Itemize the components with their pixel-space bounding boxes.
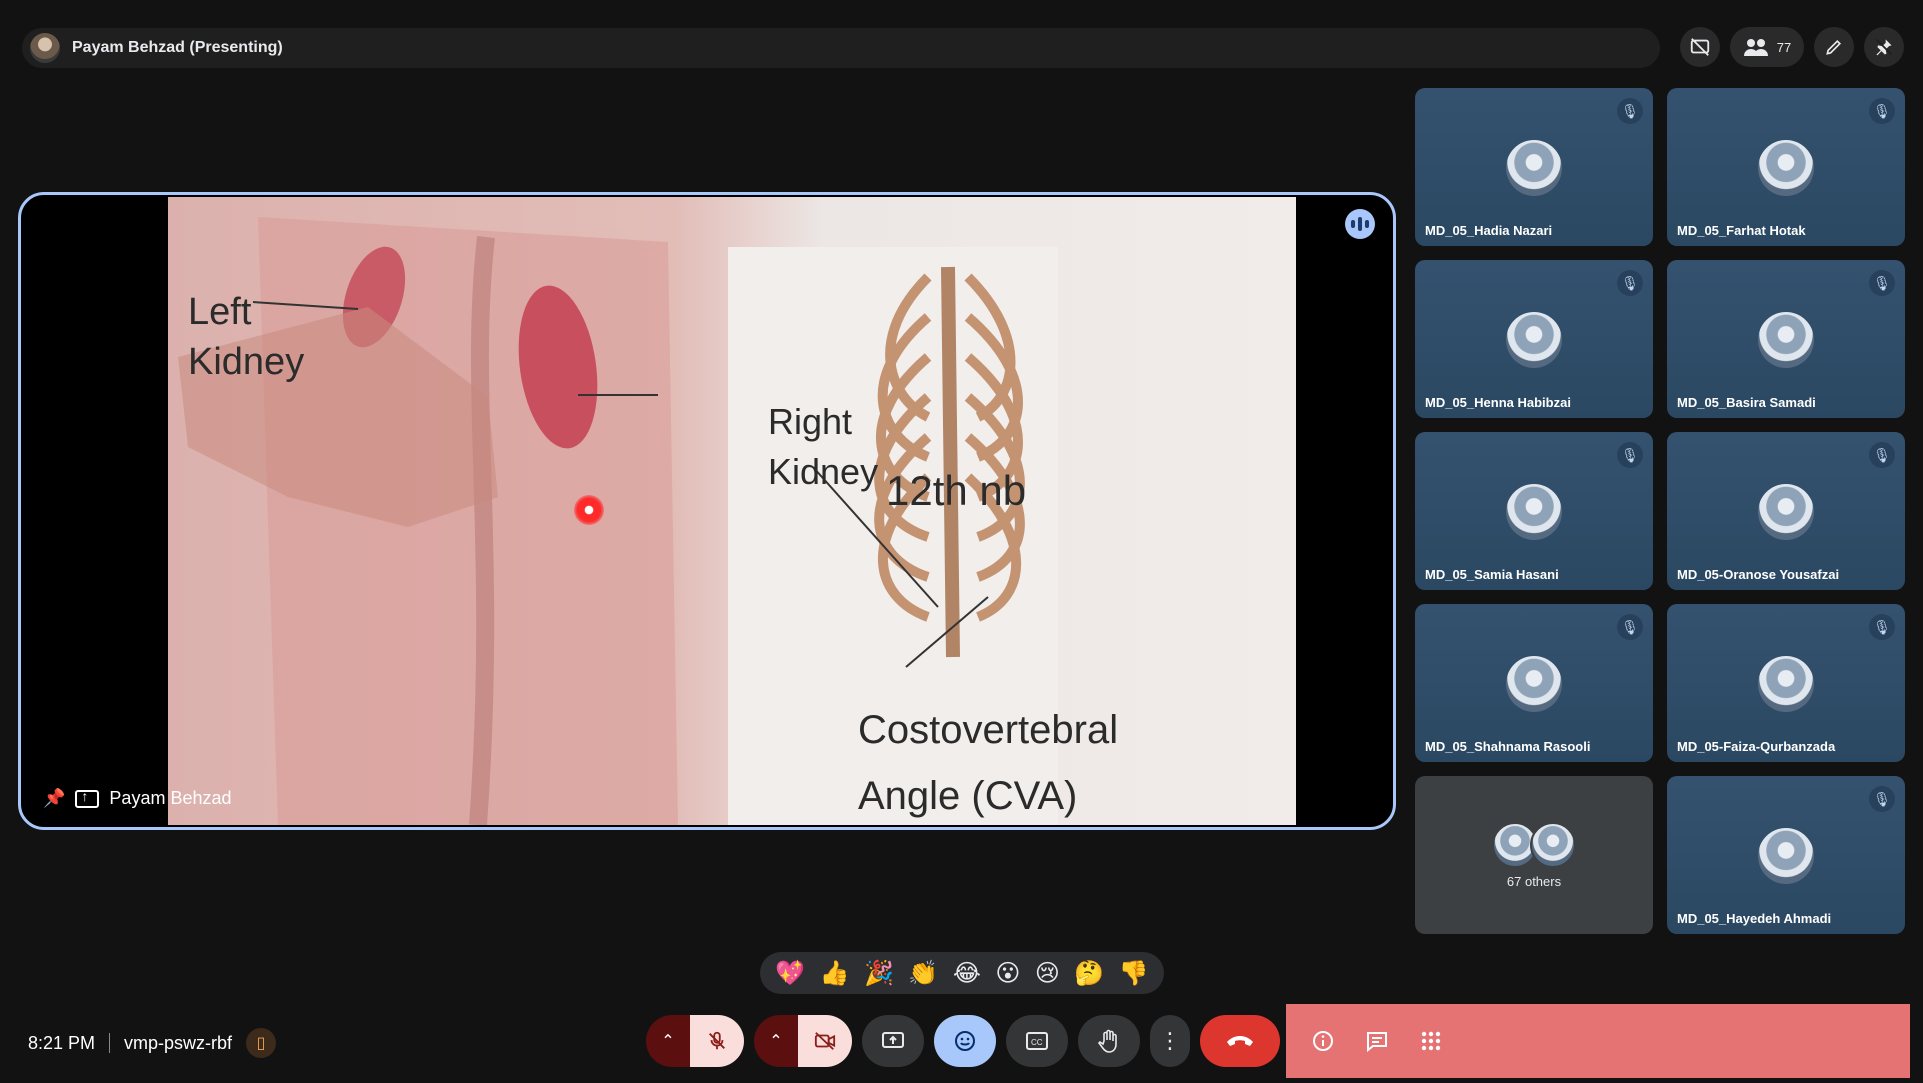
participant-name: MD_05-Faiza-Qurbanzada: [1677, 739, 1836, 754]
label-left-kidney: Left Kidney: [188, 291, 305, 383]
participant-tile[interactable]: 🎙 MD_05-Faiza-Qurbanzada: [1667, 604, 1905, 762]
people-button[interactable]: 77: [1730, 27, 1804, 67]
laser-pointer: [574, 495, 604, 525]
label-12th-rib: 12th nb: [886, 467, 1027, 514]
meeting-time: 8:21 PM: [28, 1032, 96, 1053]
mic-off-icon: 🎙: [1617, 98, 1643, 124]
stage-presenter-name: Payam Behzad: [109, 788, 232, 808]
present-screen-icon[interactable]: [862, 1015, 924, 1067]
mic-off-icon: 🎙: [1617, 270, 1643, 296]
meeting-details: 8:21 PM vmp-pswz-rbf ▯: [28, 1028, 277, 1058]
avatar: [1506, 312, 1562, 368]
camera-control: ⌃: [754, 1015, 852, 1067]
others-count-label: 67 others: [1506, 874, 1562, 889]
mic-off-icon: 🎙: [1869, 270, 1895, 296]
host-controls-icon[interactable]: ▯: [246, 1028, 277, 1058]
anatomy-illustration: [178, 217, 1058, 825]
top-toolbar: 77: [1680, 24, 1904, 70]
call-controls: ⌃ ⌃ CC ⋮: [646, 1015, 1280, 1067]
slide-image: Left Kidney Right Kidney 12th nb Costove…: [168, 197, 1296, 825]
participant-tile[interactable]: 🎙 MD_05_Samia Hasani: [1415, 432, 1653, 590]
mic-control: ⌃: [646, 1015, 744, 1067]
reaction-surprised[interactable]: 😮: [995, 959, 1020, 988]
avatar: [1758, 484, 1814, 540]
mic-off-icon: 🎙: [1869, 98, 1895, 124]
participant-tile[interactable]: 🎙 MD_05-Oranose Yousafzai: [1667, 432, 1905, 590]
mic-off-icon: 🎙: [1617, 614, 1643, 640]
avatar: [1506, 656, 1562, 712]
participant-name: MD_05_Basira Samadi: [1677, 395, 1816, 410]
separator: [109, 1033, 111, 1053]
info-icon[interactable]: [1306, 1024, 1340, 1058]
reaction-thumbs-down[interactable]: 👎: [1119, 959, 1149, 988]
side-panel-toolbar: [1286, 1004, 1910, 1078]
mic-off-icon: 🎙: [1617, 442, 1643, 468]
people-icon: [1743, 39, 1768, 56]
activities-icon[interactable]: [1414, 1024, 1448, 1058]
participant-name: MD_05_Hadia Nazari: [1425, 223, 1553, 238]
reaction-sad[interactable]: 😢: [1035, 959, 1060, 988]
participant-tile[interactable]: 🎙 MD_05_Basira Samadi: [1667, 260, 1905, 418]
presentation-stage[interactable]: Left Kidney Right Kidney 12th nb Costove…: [18, 192, 1396, 830]
participant-name: MD_05_Hayedeh Ahmadi: [1677, 911, 1832, 926]
stage-presenter-label: 📌 Payam Behzad: [43, 788, 232, 809]
speaking-indicator-icon: [1345, 209, 1375, 239]
participant-name: MD_05_Samia Hasani: [1425, 567, 1559, 582]
participant-tile[interactable]: 🎙 MD_05_Shahnama Rasooli: [1415, 604, 1653, 762]
svg-text:CC: CC: [1031, 1038, 1043, 1047]
avatar: [1506, 484, 1562, 540]
label-right-kidney: Right Kidney: [768, 401, 879, 492]
more-options-icon[interactable]: ⋮: [1150, 1015, 1190, 1067]
others-tile[interactable]: 67 others: [1415, 776, 1653, 934]
camera-off-icon[interactable]: [798, 1015, 852, 1067]
presenter-title: Payam Behzad (Presenting): [72, 39, 283, 56]
participant-count: 77: [1776, 39, 1792, 55]
participant-tile[interactable]: 🎙 MD_05_Hayedeh Ahmadi: [1667, 776, 1905, 934]
presenter-avatar: [30, 33, 60, 63]
participant-tile[interactable]: 🎙 MD_05_Hadia Nazari: [1415, 88, 1653, 246]
unpin-icon[interactable]: [1864, 27, 1904, 67]
emoji-icon[interactable]: [934, 1015, 996, 1067]
avatar: [1530, 822, 1576, 868]
label-cva: Costovertebral Angle (CVA): [858, 708, 1119, 818]
mic-off-icon: 🎙: [1869, 442, 1895, 468]
hide-tiles-icon[interactable]: [1680, 27, 1720, 67]
mic-off-icon: 🎙: [1869, 786, 1895, 812]
presenting-icon: [75, 788, 100, 808]
avatar: [1758, 312, 1814, 368]
avatar: [1758, 140, 1814, 196]
participant-name: MD_05_Shahnama Rasooli: [1425, 739, 1591, 754]
reaction-party[interactable]: 🎉: [864, 959, 894, 988]
reaction-heart[interactable]: 💖: [775, 959, 805, 988]
participant-name: MD_05_Farhat Hotak: [1677, 223, 1806, 238]
meet-window: Payam Behzad (Presenting) 77 Left Kidney…: [0, 0, 1923, 1083]
reaction-laugh[interactable]: 😂: [953, 959, 981, 988]
participant-tile[interactable]: 🎙 MD_05_Henna Habibzai: [1415, 260, 1653, 418]
captions-icon[interactable]: CC: [1006, 1015, 1068, 1067]
reaction-thumbs-up[interactable]: 👍: [820, 959, 850, 988]
chat-icon[interactable]: [1360, 1024, 1394, 1058]
reaction-clap[interactable]: 👏: [908, 959, 938, 988]
participant-name: MD_05-Oranose Yousafzai: [1677, 567, 1840, 582]
participant-name: MD_05_Henna Habibzai: [1425, 395, 1571, 410]
video-settings-chevron-icon[interactable]: ⌃: [754, 1015, 798, 1067]
reaction-bar: 💖 👍 🎉 👏 😂 😮 😢 🤔 👎: [760, 952, 1164, 994]
audio-settings-chevron-icon[interactable]: ⌃: [646, 1015, 690, 1067]
avatar: [1506, 140, 1562, 196]
participant-tile[interactable]: 🎙 MD_05_Farhat Hotak: [1667, 88, 1905, 246]
presenter-bar: Payam Behzad (Presenting): [22, 28, 1660, 68]
raise-hand-icon[interactable]: [1078, 1015, 1140, 1067]
avatar: [1758, 656, 1814, 712]
meeting-code: vmp-pswz-rbf: [124, 1032, 233, 1053]
mic-off-icon: 🎙: [1869, 614, 1895, 640]
others-avatars: [1492, 822, 1576, 868]
mic-off-icon[interactable]: [690, 1015, 744, 1067]
end-call-icon[interactable]: [1200, 1015, 1280, 1067]
participant-grid: 🎙 MD_05_Hadia Nazari 🎙 MD_05_Farhat Hota…: [1415, 88, 1905, 934]
avatar: [1758, 828, 1814, 884]
pin-icon: 📌: [43, 788, 66, 808]
reaction-thinking[interactable]: 🤔: [1074, 959, 1104, 988]
draw-icon[interactable]: [1814, 27, 1854, 67]
